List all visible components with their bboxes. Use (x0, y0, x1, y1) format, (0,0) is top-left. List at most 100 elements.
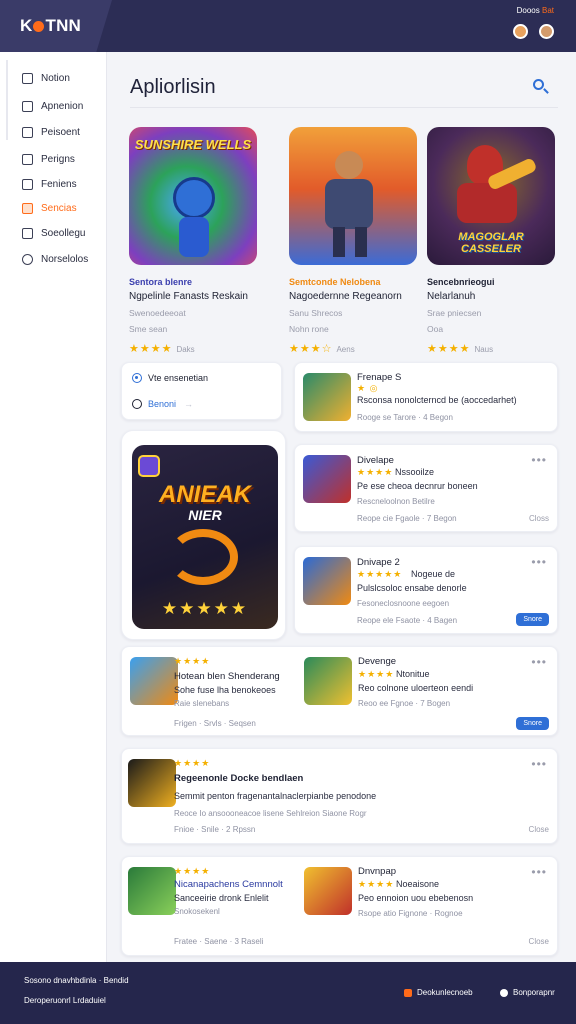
game-list-card-wide[interactable]: ★★★★ Hotean blen Shenderang Sohe fuse lh… (121, 646, 558, 736)
character-helmet (173, 177, 215, 219)
card-description: Snokosekenl (174, 907, 220, 916)
users-icon (22, 126, 33, 138)
game-thumbnail[interactable] (303, 373, 351, 421)
stars: ★★★★ (129, 343, 173, 355)
radio-option[interactable] (132, 399, 142, 409)
close-button[interactable]: Close (529, 825, 549, 834)
featured-card[interactable]: SUNSHIRE WELLS Sentora blenre Ngpelinle … (129, 127, 257, 355)
search-icon (533, 79, 544, 90)
rating-label: Daks (176, 345, 195, 354)
divider (130, 107, 558, 108)
character-body (457, 183, 517, 223)
avatar[interactable] (513, 24, 528, 39)
calendar-icon (22, 178, 33, 190)
game-list-card[interactable]: Frenape S ★ ◎ Rsconsa nonolcterncd be (a… (294, 362, 558, 432)
card-subtitle: Nssooilze (395, 467, 435, 477)
sidebar-item[interactable]: Norselolos (22, 249, 88, 269)
game-thumbnail[interactable] (304, 657, 352, 705)
sidebar-item[interactable]: Notion (22, 68, 70, 88)
footer-link[interactable]: Deokunlecnoeb (404, 988, 473, 997)
close-button[interactable]: Closs (529, 514, 549, 523)
card-title: Hotean blen Shenderang (174, 671, 280, 682)
filter-options: Vte ensenetian Benoni → (121, 362, 282, 420)
option-label: Vte ensenetian (148, 373, 209, 383)
sidebar: Notion Apnenion Peisoent Perigns Feniens… (0, 52, 107, 962)
game-thumbnail[interactable] (128, 867, 176, 915)
store-button[interactable]: Snore (516, 717, 549, 730)
card-meta: Fratee · Saene · 3 Raseli (174, 937, 264, 946)
sidebar-item[interactable]: Peisoent (22, 122, 80, 142)
more-options-icon[interactable]: ••• (531, 757, 547, 771)
footer: Sosono dnavhbdinla · Bendid Deroperuonrl… (0, 962, 576, 1024)
stars: ★★★☆ (289, 343, 333, 355)
game-badge-icon (138, 455, 160, 477)
game-cover-image[interactable] (289, 127, 417, 265)
sidebar-item[interactable]: Perigns (22, 149, 75, 169)
store-icon (22, 227, 33, 239)
game-thumbnail[interactable] (303, 455, 351, 503)
close-button[interactable]: Close (529, 937, 549, 946)
star-rating: ★★★★ Daks (129, 342, 257, 355)
featured-category: Sentora blenre (129, 277, 193, 287)
star-rating: ★★★★ Naus (427, 342, 555, 355)
card-title: Divelape (357, 455, 394, 466)
more-options-icon[interactable]: ••• (531, 453, 547, 467)
game-list-card[interactable]: Divelape ★★★★ Nssooilze Pe ese cheoa dec… (294, 444, 558, 532)
card-description: Sohe fuse lha benokeoes (174, 685, 276, 695)
sidebar-item[interactable]: Soeollegu (22, 223, 85, 243)
card-meta: Reoo ee Fgnoe · 7 Bogen (358, 699, 451, 708)
emblem-arrow-icon (168, 529, 238, 585)
card-description: Pulslcsoloc ensabe denorle (357, 583, 467, 593)
page-title: Apliorlisin (130, 76, 216, 98)
footer-text: Sosono dnavhbdinla · Bendid (24, 976, 129, 985)
arrow-right-icon: → (184, 399, 193, 409)
featured-name: Ngpelinle Fanasts Reskain (129, 291, 248, 302)
featured-meta: Sme sean (129, 324, 168, 334)
star-rating: ★ ◎ (357, 383, 379, 393)
more-options-icon[interactable]: ••• (531, 655, 547, 669)
brand-logo[interactable]: K TNN (20, 16, 81, 36)
featured-subtitle: Swenoedeeoat (129, 308, 186, 318)
card-meta: Rooge se Tarore · 4 Begon (357, 413, 453, 422)
featured-card[interactable]: MAGOGLAR CASSELER Sencebnrieogui Nelarla… (427, 127, 555, 355)
card-title: Dnvnpap (358, 866, 397, 877)
cover-subtitle: NIER (188, 507, 222, 523)
sidebar-item-active[interactable]: Sencias (22, 198, 77, 218)
store-button[interactable]: Snore (516, 613, 549, 626)
header-meta-accent: Bat (541, 6, 554, 15)
card-subtitle: Ntonitue (396, 669, 430, 679)
featured-subtitle: Sanu Shrecos (289, 308, 343, 318)
game-list-card-wide[interactable]: ★★★★ Nicanapachens Cemnnolt Sanceeirie d… (121, 856, 558, 956)
game-thumbnail[interactable] (128, 759, 176, 807)
game-cover-image[interactable]: SUNSHIRE WELLS (129, 127, 257, 265)
sidebar-item[interactable]: Feniens (22, 174, 77, 194)
top-bar: K TNN Dooos Bat (0, 0, 576, 52)
featured-category: Sencebnrieogui (427, 277, 495, 287)
spotlight-cover-image[interactable]: ANIEAK NIER ★★★★★ (132, 445, 278, 629)
card-description: Pe ese cheoa decnrur boneen (357, 481, 478, 491)
star-rating: ★★★★ (358, 669, 395, 679)
sidebar-item[interactable]: Apnenion (22, 96, 83, 116)
footer-link-label: Deokunlecnoeb (417, 988, 473, 997)
game-thumbnail[interactable] (303, 557, 351, 605)
footer-link-label: Bonporapnr (513, 988, 555, 997)
info-icon (500, 988, 508, 997)
footer-text: Deroperuonrl Lrdaduiel (24, 996, 106, 1005)
game-list-card-wide[interactable]: ★★★★ Regeenonle Docke bendlaen Semmit pe… (121, 748, 558, 844)
sidebar-rail (6, 60, 8, 140)
more-options-icon[interactable]: ••• (531, 555, 547, 569)
footer-link[interactable]: Bonporapnr (500, 988, 555, 997)
search-button[interactable] (533, 79, 549, 95)
game-thumbnail[interactable] (130, 657, 178, 705)
card-description: Rsope atio Fignone · Rognoe (358, 909, 463, 918)
game-thumbnail[interactable] (304, 867, 352, 915)
character-head (335, 151, 363, 179)
avatar[interactable] (539, 24, 554, 39)
game-cover-image[interactable]: MAGOGLAR CASSELER (427, 127, 555, 265)
more-options-icon[interactable]: ••• (531, 865, 547, 879)
cover-title: MAGOGLAR CASSELER (458, 231, 524, 255)
radio-option[interactable] (132, 373, 142, 383)
game-list-card[interactable]: Dnivape 2 ★★★★★ Nogeue de Pulslcsoloc en… (294, 546, 558, 634)
spotlight-card[interactable]: ANIEAK NIER ★★★★★ (121, 430, 286, 640)
featured-card[interactable]: Semtconde Nelobena Nagoedernne Regeanorn… (289, 127, 417, 355)
